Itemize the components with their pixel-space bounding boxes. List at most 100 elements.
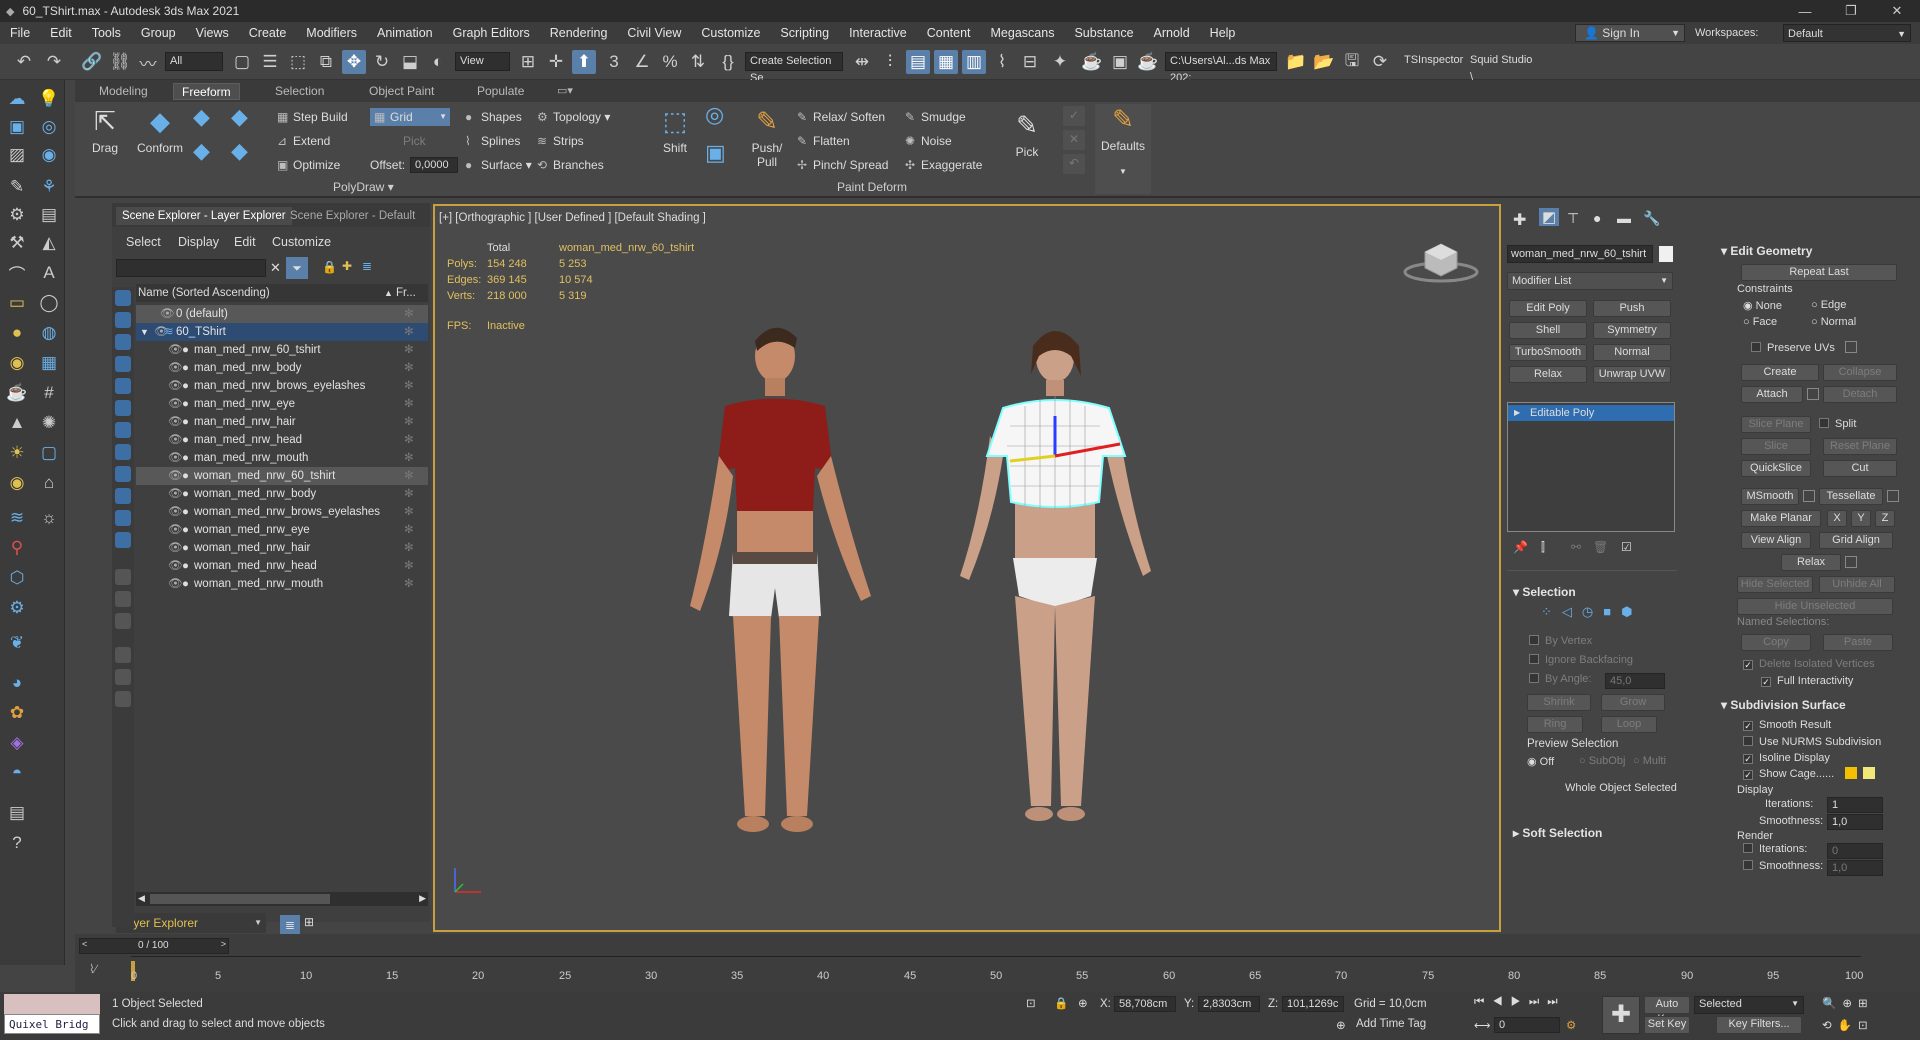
noise-button[interactable]: ✺ Noise <box>905 132 952 150</box>
menu-civil-view[interactable]: Civil View <box>617 22 691 44</box>
modify-tab-icon[interactable]: ◩ <box>1539 208 1560 226</box>
repeat-last-button[interactable]: Repeat Last <box>1741 264 1897 281</box>
make-planar-button[interactable]: Make Planar <box>1741 510 1821 527</box>
freeze-icon[interactable]: ✻ <box>404 467 414 485</box>
place-icon[interactable]: ◐ <box>426 50 450 74</box>
edit-named-selection-icon[interactable]: {} <box>716 50 740 74</box>
toggle-scene-explorer-icon[interactable]: ▤ <box>906 50 930 74</box>
hierarchy-icon[interactable]: ⚘ <box>36 174 62 200</box>
selection-lock-icon[interactable]: 🔒 <box>1054 996 1068 1010</box>
selected-tshirt-mesh[interactable] <box>985 396 1127 510</box>
paint-icon[interactable]: ✎ <box>4 174 30 200</box>
rect-selection-icon[interactable]: ⬚ <box>286 50 310 74</box>
pick-surface-button[interactable]: Pick <box>403 132 426 150</box>
arnold-icon[interactable]: ◓ <box>4 760 30 786</box>
spline-icon[interactable]: ⌒ <box>4 260 30 286</box>
new-layer-icon[interactable]: ✚ <box>342 259 352 273</box>
ribbon-options-icon[interactable]: ▭▾ <box>549 83 581 100</box>
sign-in-button[interactable]: 👤 Sign In ▼ <box>1575 24 1685 42</box>
tab-object-paint[interactable]: Object Paint <box>361 83 442 100</box>
tab-scene-explorer-default[interactable]: Scene Explorer - Default <box>284 207 421 225</box>
check-icon[interactable]: ✓ <box>1063 106 1085 126</box>
subdivision-rollout-header[interactable]: ▾ Subdivision Surface <box>1721 698 1846 712</box>
attach-button[interactable]: Attach <box>1741 386 1803 403</box>
menu-views[interactable]: Views <box>186 22 239 44</box>
modifier-list-dropdown[interactable]: Modifier List ▼ <box>1507 272 1673 290</box>
selection-rollout-header[interactable]: ▾ Selection <box>1513 585 1576 599</box>
menu-animation[interactable]: Animation <box>367 22 443 44</box>
find-icon[interactable] <box>115 647 131 663</box>
object-name-input[interactable]: woman_med_nrw_60_tshirt <box>1507 245 1653 263</box>
light-icon[interactable]: 💡 <box>36 86 62 112</box>
conform-vertex-icon[interactable]: ◆ <box>231 106 248 128</box>
push-pull-button[interactable]: ✎ Push/ Pull <box>745 106 789 169</box>
iterations-input[interactable]: 1 <box>1827 797 1883 813</box>
revert-icon[interactable]: ↶ <box>1063 154 1085 174</box>
link-icon[interactable]: 🔗 <box>80 50 104 74</box>
set-key-big-button[interactable]: ✚ <box>1602 996 1640 1034</box>
project-path-dropdown[interactable]: C:\Users\Al...ds Max 202: <box>1165 52 1277 84</box>
reset-plane-button[interactable]: Reset Plane <box>1823 438 1897 455</box>
freeze-icon[interactable]: ✻ <box>404 485 414 503</box>
freeze-icon[interactable]: ✻ <box>404 449 414 467</box>
maxscript-listener[interactable] <box>4 994 100 1014</box>
eye-icon[interactable]: 👁 <box>168 467 183 485</box>
eye-icon[interactable]: 👁 <box>168 485 183 503</box>
reference-coordinate-dropdown[interactable]: View <box>455 52 510 71</box>
camera-target-icon[interactable]: ⌂ <box>36 470 62 496</box>
absolute-mode-icon[interactable]: ⊕ <box>1078 996 1088 1010</box>
splines-button[interactable]: ⌇ Splines <box>465 132 520 150</box>
freeze-icon[interactable]: ✻ <box>404 431 414 449</box>
filter-containers-icon[interactable] <box>115 488 131 504</box>
wave-icon[interactable]: ≋ <box>4 505 30 531</box>
palette-icon[interactable]: ✿ <box>4 700 30 726</box>
layer-explorer-icon[interactable]: ≣ <box>280 915 300 935</box>
menu-customize[interactable]: Customize <box>691 22 770 44</box>
object-row-woman-med-nrw-head[interactable]: 👁 ● woman_med_nrw_head ✻ <box>136 557 428 575</box>
paste-selection-button[interactable]: Paste <box>1823 634 1893 651</box>
save-project-icon[interactable]: 🖫 <box>1340 50 1364 74</box>
remove-modifier-icon[interactable]: 🗑 <box>1593 540 1608 554</box>
display-invert-icon[interactable] <box>115 613 131 629</box>
filter-spacewarps-icon[interactable] <box>115 400 131 416</box>
shell-button[interactable]: Shell <box>1509 322 1587 339</box>
loop-button[interactable]: Loop <box>1601 716 1657 733</box>
motion-icon[interactable]: ⚙ <box>4 202 30 228</box>
angle-input[interactable]: 45,0 <box>1605 673 1665 689</box>
display-none-icon[interactable] <box>115 591 131 607</box>
tab-layer-explorer[interactable]: Scene Explorer - Layer Explorer <box>116 207 292 225</box>
spinner-snap-icon[interactable]: ⇅ <box>686 50 710 74</box>
torus-icon[interactable]: ◯ <box>36 290 62 316</box>
image-icon[interactable]: ▨ <box>4 142 30 168</box>
bind-space-warp-icon[interactable]: 〰 <box>136 50 160 74</box>
sun-icon[interactable]: ☀ <box>4 440 30 466</box>
hierarchy-tab-icon[interactable]: ⊤ <box>1567 210 1579 227</box>
camera-icon[interactable]: ▣ <box>4 114 30 140</box>
prev-frame-icon[interactable]: < <box>82 939 87 949</box>
box-icon[interactable]: ▭ <box>4 290 30 316</box>
current-frame-input[interactable]: 0 <box>1494 1017 1560 1033</box>
eye-icon[interactable]: 👁 <box>168 413 183 431</box>
selection-filter-dropdown[interactable]: All <box>165 52 223 71</box>
msmooth-button[interactable]: MSmooth <box>1741 488 1799 505</box>
filter-shapes-icon[interactable] <box>115 312 131 328</box>
grid-align-button[interactable]: Grid Align <box>1819 532 1893 549</box>
eye-icon[interactable]: 👁 <box>168 431 183 449</box>
menu-tools[interactable]: Tools <box>82 22 131 44</box>
scene-explorer-icon[interactable]: ⊞ <box>304 915 314 929</box>
menu-help[interactable]: Help <box>1200 22 1246 44</box>
tessellate-settings-icon[interactable] <box>1887 490 1899 502</box>
conform-brush-icon[interactable]: ◆ <box>193 106 210 128</box>
eye-icon[interactable]: 👁 <box>168 539 183 557</box>
freeze-icon[interactable]: ✻ <box>404 305 414 323</box>
eye-icon[interactable]: 👁 <box>168 575 183 593</box>
scripts-icon[interactable]: ▤ <box>4 800 30 826</box>
workspace-dropdown[interactable]: Default ▼ <box>1783 24 1911 42</box>
time-config-icon[interactable]: ⚙ <box>1566 1018 1576 1032</box>
filter-frozen-icon[interactable] <box>115 510 131 526</box>
preserve-uvs-checkbox[interactable]: Preserve UVs <box>1751 342 1835 354</box>
menu-megascans[interactable]: Megascans <box>981 22 1065 44</box>
auto-key-button[interactable]: Auto Key <box>1644 996 1690 1025</box>
y-coordinate-input[interactable]: 2,8303cm <box>1198 996 1260 1012</box>
perspective-viewport[interactable]: [+] [Orthographic ] [User Defined ] [Def… <box>433 204 1501 932</box>
